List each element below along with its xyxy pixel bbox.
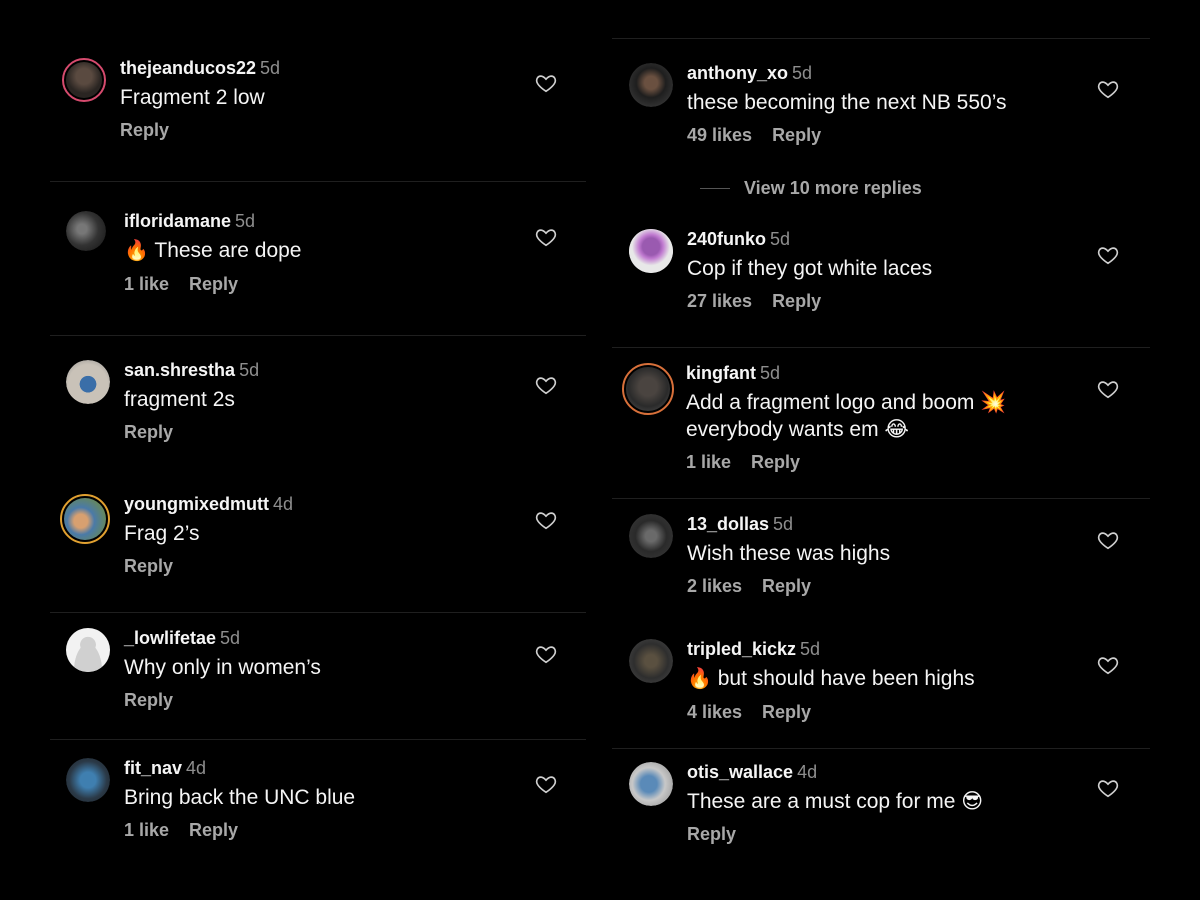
like-count[interactable]: 49 likes bbox=[687, 125, 752, 145]
like-count[interactable]: 2 likes bbox=[687, 576, 742, 596]
divider bbox=[612, 748, 1150, 749]
avatar[interactable] bbox=[66, 211, 106, 251]
avatar[interactable] bbox=[66, 758, 110, 802]
reply-button[interactable]: Reply bbox=[762, 702, 811, 722]
avatar[interactable] bbox=[62, 58, 106, 102]
comment-text: Cop if they got white laces bbox=[687, 257, 933, 280]
comment-text: These are a must cop for me 😎 bbox=[687, 790, 984, 813]
comment-username[interactable]: thejeanducos22 bbox=[120, 58, 256, 78]
like-count[interactable]: 4 likes bbox=[687, 702, 742, 722]
avatar[interactable] bbox=[622, 363, 674, 415]
reply-button[interactable]: Reply bbox=[762, 576, 811, 596]
comment-text: Frag 2’s bbox=[124, 522, 200, 545]
view-more-replies-button[interactable]: View 10 more replies bbox=[700, 176, 922, 200]
view-more-replies-label: View 10 more replies bbox=[744, 177, 922, 198]
comment-time: 5d bbox=[800, 639, 821, 659]
comment-time: 4d bbox=[186, 758, 207, 778]
like-count[interactable]: 27 likes bbox=[687, 291, 752, 311]
like-count[interactable]: 1 like bbox=[124, 274, 169, 294]
comment-text: Add a fragment logo and boom 💥 everybody… bbox=[686, 391, 1007, 441]
heart-outline-icon[interactable] bbox=[1097, 529, 1119, 551]
divider bbox=[50, 739, 586, 740]
comment-text: but should have been highs bbox=[717, 667, 975, 690]
heart-outline-icon[interactable] bbox=[535, 72, 557, 94]
comment-text: Bring back the UNC blue bbox=[124, 786, 356, 809]
avatar[interactable] bbox=[66, 628, 110, 672]
comment-text: fragment 2s bbox=[124, 388, 235, 411]
avatar[interactable] bbox=[60, 494, 110, 544]
reply-button[interactable]: Reply bbox=[124, 690, 173, 710]
comment-username[interactable]: youngmixedmutt bbox=[124, 494, 269, 514]
comment-username[interactable]: san.shrestha bbox=[124, 360, 235, 380]
comment-username[interactable]: tripled_kickz bbox=[687, 639, 796, 659]
comment-username[interactable]: kingfant bbox=[686, 363, 756, 383]
comment-username[interactable]: 240funko bbox=[687, 229, 766, 249]
divider bbox=[612, 498, 1150, 499]
divider bbox=[612, 347, 1150, 348]
comment-text: Why only in women’s bbox=[124, 656, 321, 679]
comment-time: 5d bbox=[770, 229, 791, 249]
divider bbox=[50, 612, 586, 613]
comment-time: 5d bbox=[792, 63, 813, 83]
heart-outline-icon[interactable] bbox=[535, 374, 557, 396]
reply-button[interactable]: Reply bbox=[189, 274, 238, 294]
comment-time: 5d bbox=[220, 628, 241, 648]
heart-outline-icon[interactable] bbox=[535, 226, 557, 248]
heart-outline-icon[interactable] bbox=[535, 643, 557, 665]
heart-outline-icon[interactable] bbox=[1097, 654, 1119, 676]
heart-outline-icon[interactable] bbox=[1097, 78, 1119, 100]
comment-time: 5d bbox=[239, 360, 260, 380]
comment-username[interactable]: fit_nav bbox=[124, 758, 182, 778]
divider bbox=[50, 335, 586, 336]
reply-button[interactable]: Reply bbox=[120, 120, 169, 140]
reply-button[interactable]: Reply bbox=[124, 556, 173, 576]
divider bbox=[612, 38, 1150, 39]
comment-time: 4d bbox=[797, 762, 818, 782]
avatar[interactable] bbox=[629, 762, 673, 806]
comment-username[interactable]: ifloridamane bbox=[124, 211, 231, 231]
avatar[interactable] bbox=[629, 229, 673, 273]
comment-text: these becoming the next NB 550’s bbox=[687, 91, 1007, 114]
divider bbox=[50, 181, 586, 182]
comment-text: These are dope bbox=[154, 239, 302, 262]
heart-outline-icon[interactable] bbox=[1097, 244, 1119, 266]
heart-outline-icon[interactable] bbox=[1097, 378, 1119, 400]
comment-username[interactable]: 13_dollas bbox=[687, 514, 769, 534]
comment-time: 5d bbox=[260, 58, 281, 78]
like-count[interactable]: 1 like bbox=[124, 820, 169, 840]
avatar[interactable] bbox=[629, 514, 673, 558]
reply-button[interactable]: Reply bbox=[772, 291, 821, 311]
comment-text: Wish these was highs bbox=[687, 542, 891, 565]
comment-time: 5d bbox=[760, 363, 781, 383]
heart-outline-icon[interactable] bbox=[535, 509, 557, 531]
reply-button[interactable]: Reply bbox=[124, 422, 173, 442]
avatar[interactable] bbox=[629, 639, 673, 683]
comment-time: 5d bbox=[773, 514, 794, 534]
comment-username[interactable]: anthony_xo bbox=[687, 63, 788, 83]
heart-outline-icon[interactable] bbox=[535, 773, 557, 795]
comment-time: 4d bbox=[273, 494, 294, 514]
fire-icon: 🔥 bbox=[687, 668, 712, 690]
comment-username[interactable]: _lowlifetae bbox=[124, 628, 216, 648]
reply-button[interactable]: Reply bbox=[189, 820, 238, 840]
comment-text: Fragment 2 low bbox=[120, 86, 265, 109]
avatar[interactable] bbox=[629, 63, 673, 107]
avatar[interactable] bbox=[66, 360, 110, 404]
comment-time: 5d bbox=[235, 211, 256, 231]
fire-icon: 🔥 bbox=[124, 240, 149, 262]
reply-button[interactable]: Reply bbox=[687, 824, 736, 844]
divider bbox=[700, 187, 730, 189]
heart-outline-icon[interactable] bbox=[1097, 777, 1119, 799]
reply-button[interactable]: Reply bbox=[751, 452, 800, 472]
reply-button[interactable]: Reply bbox=[772, 125, 821, 145]
like-count[interactable]: 1 like bbox=[686, 452, 731, 472]
comment-username[interactable]: otis_wallace bbox=[687, 762, 793, 782]
